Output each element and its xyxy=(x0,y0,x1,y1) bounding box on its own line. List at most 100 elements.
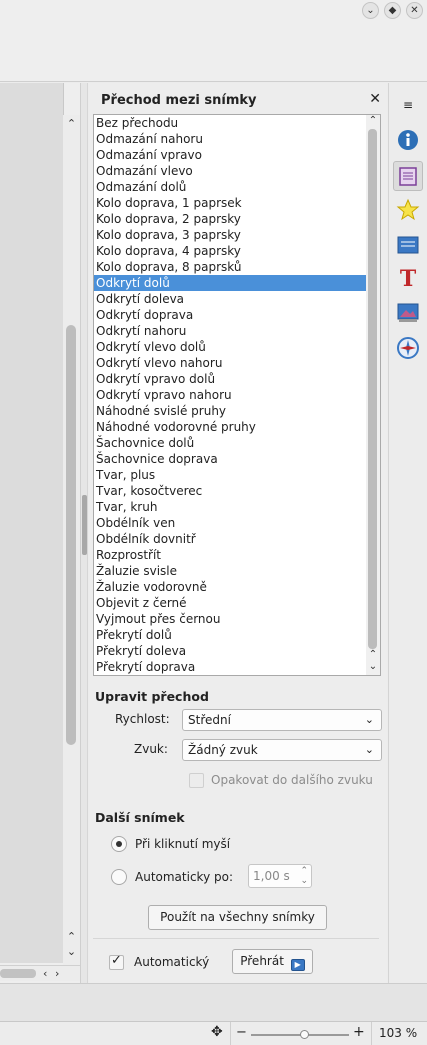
transition-list-item[interactable]: Překrytí dolů xyxy=(94,627,371,643)
transition-list-item[interactable]: Kolo doprava, 8 paprsků xyxy=(94,259,371,275)
transition-list-item[interactable]: Vyjmout přes černou xyxy=(94,611,371,627)
restore-diamond-icon[interactable]: ◆ xyxy=(384,2,401,19)
transition-list-item[interactable]: Náhodné svislé pruhy xyxy=(94,403,371,419)
transition-list-item[interactable]: Kolo doprava, 2 paprsky xyxy=(94,211,371,227)
transition-list-item[interactable]: Náhodné vodorovné pruhy xyxy=(94,419,371,435)
scroll-up-icon[interactable]: ⌃ xyxy=(366,115,380,126)
slide-transition-icon[interactable] xyxy=(393,161,423,191)
auto-advance-label: Automaticky po: xyxy=(135,870,233,884)
transition-list-item[interactable]: Tvar, kruh xyxy=(94,499,371,515)
transition-list-item[interactable]: Překrytí doleva xyxy=(94,643,371,659)
editor-vertical-scrollbar[interactable]: ⌃ ⌃ ⌄ xyxy=(63,115,80,965)
editor-horizontal-scrollbar[interactable]: ‹ › xyxy=(0,965,80,981)
chevron-down-icon: ⌄ xyxy=(364,713,374,726)
auto-advance-time-field[interactable]: 1,00 s ⌃ ⌄ xyxy=(248,864,312,888)
transition-list-item[interactable]: Odkrytí nahoru xyxy=(94,323,371,339)
move-icon[interactable]: ✥ xyxy=(211,1024,223,1040)
slide-canvas[interactable] xyxy=(0,83,64,963)
transition-list-item[interactable]: Odkrytí vlevo dolů xyxy=(94,339,371,355)
check-icon: ✓ xyxy=(111,953,122,968)
transition-list-item[interactable]: Odkrytí vpravo dolů xyxy=(94,371,371,387)
close-icon[interactable]: ✕ xyxy=(369,91,381,107)
properties-icon[interactable] xyxy=(396,128,420,152)
transition-list-item[interactable]: Kolo doprava, 3 paprsky xyxy=(94,227,371,243)
menu-icon[interactable]: ≡ xyxy=(396,93,420,117)
splitter-grip[interactable] xyxy=(82,495,87,555)
transition-list-item[interactable]: Odmazání nahoru xyxy=(94,131,371,147)
transition-list-item[interactable]: Odmazání vlevo xyxy=(94,163,371,179)
sound-value: Žádný zvuk xyxy=(188,743,258,757)
apply-to-all-button[interactable]: Použít na všechny snímky xyxy=(148,905,327,930)
transition-list-item[interactable]: Tvar, kosočtverec xyxy=(94,483,371,499)
minimize-chevron-icon[interactable]: ⌄ xyxy=(362,2,379,19)
scroll-up-icon[interactable]: ⌃ xyxy=(366,649,380,660)
sidebar-splitter[interactable] xyxy=(80,83,88,983)
transition-list-item[interactable]: Obdélník dovnitř xyxy=(94,531,371,547)
window-titlebar: ⌄ ◆ ✕ xyxy=(0,0,427,82)
sound-select[interactable]: Žádný zvuk ⌄ xyxy=(182,739,382,761)
transition-list[interactable]: Bez přechodu Odmazání nahoru Odmazání vpra… xyxy=(93,114,372,676)
scroll-thumb[interactable] xyxy=(0,969,36,978)
transition-list-item[interactable]: Obdélník ven xyxy=(94,515,371,531)
auto-advance-time-value: 1,00 s xyxy=(253,869,290,883)
speed-select[interactable]: Střední ⌄ xyxy=(182,709,382,731)
chevron-down-icon: ⌄ xyxy=(364,743,374,756)
custom-animation-icon[interactable] xyxy=(396,198,420,222)
styles-icon[interactable]: T xyxy=(396,267,420,291)
transition-list-item[interactable]: Odmazání dolů xyxy=(94,179,371,195)
transition-list-item[interactable]: Žaluzie svisle xyxy=(94,563,371,579)
navigator-icon[interactable] xyxy=(396,336,420,360)
scroll-thumb[interactable] xyxy=(368,129,377,649)
transition-list-item[interactable]: Odkrytí doleva xyxy=(94,291,371,307)
transition-list-item[interactable]: Odmazání vpravo xyxy=(94,147,371,163)
zoom-slider[interactable] xyxy=(251,1030,349,1039)
scroll-up-icon[interactable]: ⌃ xyxy=(63,930,80,944)
transition-list-item[interactable]: Odkrytí vlevo nahoru xyxy=(94,355,371,371)
zoom-percent[interactable]: 103 % xyxy=(379,1026,417,1040)
on-click-radio[interactable] xyxy=(111,836,127,852)
play-button[interactable]: Přehrát ▶ xyxy=(232,949,313,974)
scroll-left-icon[interactable]: ‹ xyxy=(43,966,47,981)
transition-list-item[interactable]: Kolo doprava, 4 paprsky xyxy=(94,243,371,259)
master-slides-icon[interactable] xyxy=(396,233,420,257)
decrement-icon[interactable]: ⌄ xyxy=(300,870,308,892)
transition-list-item[interactable]: Odkrytí vpravo nahoru xyxy=(94,387,371,403)
divider xyxy=(230,1022,231,1045)
speed-value: Střední xyxy=(188,713,231,727)
divider xyxy=(93,938,379,939)
speed-label: Rychlost: xyxy=(115,712,170,726)
scroll-down-icon[interactable]: ⌄ xyxy=(63,945,80,959)
loop-sound-checkbox[interactable] xyxy=(189,773,204,788)
transition-list-item[interactable]: Šachovnice dolů xyxy=(94,435,371,451)
transition-list-item[interactable]: Objevit z černé xyxy=(94,595,371,611)
on-click-label: Při kliknutí myší xyxy=(135,837,231,851)
transition-list-item[interactable]: Šachovnice doprava xyxy=(94,451,371,467)
scroll-right-icon[interactable]: › xyxy=(55,966,59,981)
transition-list-item[interactable]: Odkrytí doprava xyxy=(94,307,371,323)
transition-list-item[interactable]: Tvar, plus xyxy=(94,467,371,483)
transition-list-item[interactable]: Žaluzie vodorovně xyxy=(94,579,371,595)
scroll-down-icon[interactable]: ⌄ xyxy=(366,661,380,672)
transition-list-scrollbar[interactable]: ⌃ ⌃ ⌄ xyxy=(366,114,381,676)
auto-preview-label: Automatický xyxy=(134,955,210,969)
transition-list-item[interactable]: Překrytí doprava xyxy=(94,659,371,675)
next-slide-heading: Další snímek xyxy=(95,810,185,825)
auto-preview-checkbox[interactable]: ✓ xyxy=(109,953,124,970)
sound-label: Zvuk: xyxy=(134,742,168,756)
scroll-thumb[interactable] xyxy=(66,325,76,745)
sidebar-tab-bar: ≡ T xyxy=(388,83,427,983)
modify-transition-heading: Upravit přechod xyxy=(95,689,209,704)
transition-list-item[interactable]: Bez přechodu xyxy=(94,115,371,131)
panel-title: Přechod mezi snímky xyxy=(101,93,257,108)
transition-list-item[interactable]: Rozprostřít xyxy=(94,547,371,563)
close-window-icon[interactable]: ✕ xyxy=(406,2,423,19)
zoom-in-icon[interactable]: + xyxy=(353,1024,365,1040)
scroll-up-icon[interactable]: ⌃ xyxy=(63,117,80,131)
transition-list-item[interactable]: Odkrytí dolů xyxy=(94,275,371,291)
gallery-icon[interactable] xyxy=(396,301,420,325)
zoom-out-icon[interactable]: − xyxy=(236,1025,247,1040)
transition-list-item[interactable]: Kolo doprava, 1 paprsek xyxy=(94,195,371,211)
auto-advance-radio[interactable] xyxy=(111,869,127,885)
play-label: Přehrát xyxy=(240,954,284,968)
zoom-slider-knob[interactable] xyxy=(299,1030,309,1039)
